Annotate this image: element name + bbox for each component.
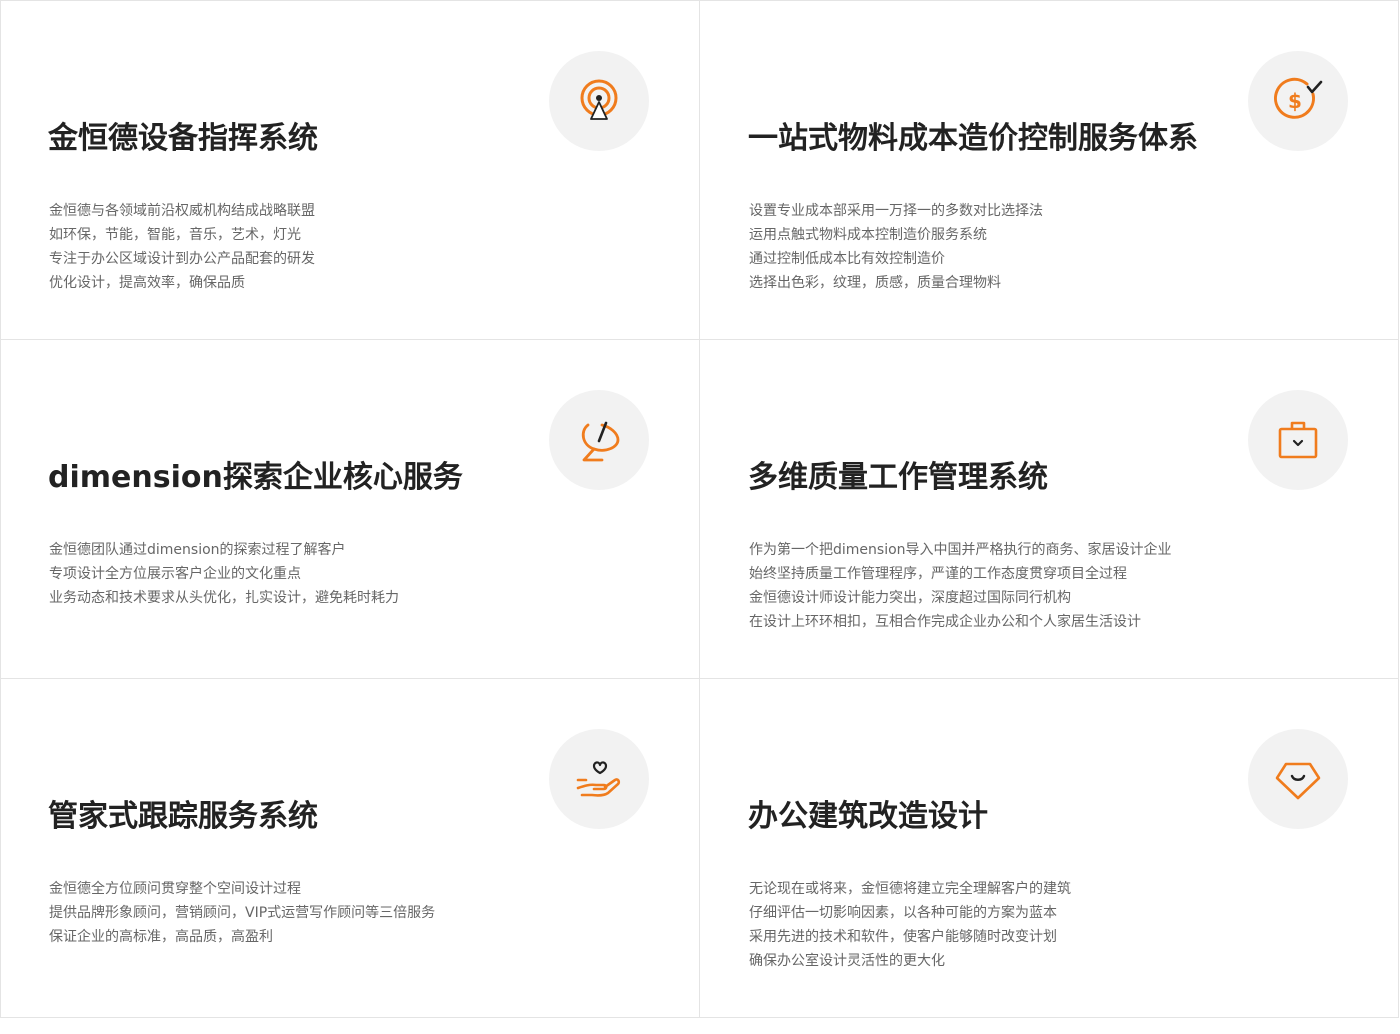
feature-card-cost-control: $ 一站式物料成本造价控制服务体系 设置专业成本部采用一万择一的多数对比选择法 … bbox=[700, 1, 1399, 340]
card-description: 设置专业成本部采用一万择一的多数对比选择法 运用点触式物料成本控制造价服务系统 … bbox=[749, 199, 1043, 295]
icon-circle bbox=[549, 729, 649, 829]
card-title: 金恒德设备指挥系统 bbox=[48, 121, 318, 156]
description-line: 提供品牌形象顾问，营销顾问，VIP式运营写作顾问等三倍服务 bbox=[49, 905, 436, 921]
briefcase-icon bbox=[1278, 421, 1318, 459]
feature-card-office-renovation: 办公建筑改造设计 无论现在或将来，金恒德将建立完全理解客户的建筑 仔细评估一切影… bbox=[700, 679, 1399, 1018]
feature-card-equipment-command: 金恒德设备指挥系统 金恒德与各领域前沿权威机构结成战略联盟 如环保，节能，智能，… bbox=[1, 1, 700, 340]
card-description: 金恒德全方位顾问贯穿整个空间设计过程 提供品牌形象顾问，营销顾问，VIP式运营写… bbox=[49, 877, 435, 949]
description-line: 在设计上环环相扣，互相合作完成企业办公和个人家居生活设计 bbox=[749, 614, 1141, 630]
description-line: 采用先进的技术和软件，使客户能够随时改变计划 bbox=[749, 929, 1057, 945]
svg-text:$: $ bbox=[1288, 89, 1302, 113]
icon-circle bbox=[1248, 729, 1348, 829]
card-description: 金恒德团队通过dimension的探索过程了解客户 专项设计全方位展示客户企业的… bbox=[49, 538, 399, 610]
card-description: 无论现在或将来，金恒德将建立完全理解客户的建筑 仔细评估一切影响因素，以各种可能… bbox=[749, 877, 1071, 973]
description-line: 金恒德设计师设计能力突出，深度超过国际同行机构 bbox=[749, 590, 1071, 606]
card-description: 作为第一个把dimension导入中国并严格执行的商务、家居设计企业 始终坚持质… bbox=[749, 538, 1172, 634]
description-line: 无论现在或将来，金恒德将建立完全理解客户的建筑 bbox=[749, 881, 1071, 897]
icon-circle bbox=[1248, 390, 1348, 490]
dollar-check-icon: $ bbox=[1274, 77, 1323, 119]
description-line: 优化设计，提高效率，确保品质 bbox=[49, 275, 245, 291]
card-description: 金恒德与各领域前沿权威机构结成战略联盟 如环保，节能，智能，音乐，艺术，灯光 专… bbox=[49, 199, 315, 295]
hand-heart-icon bbox=[576, 761, 621, 797]
feature-grid: 金恒德设备指挥系统 金恒德与各领域前沿权威机构结成战略联盟 如环保，节能，智能，… bbox=[0, 0, 1399, 1018]
card-title: 管家式跟踪服务系统 bbox=[48, 799, 318, 834]
card-title: 多维质量工作管理系统 bbox=[748, 460, 1048, 495]
description-line: 业务动态和技术要求从头优化，扎实设计，避免耗时耗力 bbox=[49, 590, 399, 606]
icon-circle bbox=[549, 51, 649, 151]
signal-tower-icon bbox=[580, 79, 618, 120]
gem-icon bbox=[1275, 762, 1321, 800]
icon-circle bbox=[549, 390, 649, 490]
feature-card-quality-management: 多维质量工作管理系统 作为第一个把dimension导入中国并严格执行的商务、家… bbox=[700, 340, 1399, 679]
description-line: 专项设计全方位展示客户企业的文化重点 bbox=[49, 566, 301, 582]
description-line: 确保办公室设计灵活性的更大化 bbox=[749, 953, 945, 969]
description-line: 保证企业的高标准，高品质，高盈利 bbox=[49, 929, 273, 945]
description-line: 始终坚持质量工作管理程序，严谨的工作态度贯穿项目全过程 bbox=[749, 566, 1127, 582]
icon-circle: $ bbox=[1248, 51, 1348, 151]
description-line: 作为第一个把dimension导入中国并严格执行的商务、家居设计企业 bbox=[749, 542, 1172, 558]
description-line: 专注于办公区域设计到办公产品配套的研发 bbox=[49, 251, 315, 267]
description-line: 仔细评估一切影响因素，以各种可能的方案为蓝本 bbox=[749, 905, 1057, 921]
satellite-dish-icon bbox=[581, 421, 620, 462]
description-line: 金恒德团队通过dimension的探索过程了解客户 bbox=[49, 542, 346, 558]
description-line: 通过控制低成本比有效控制造价 bbox=[749, 251, 945, 267]
card-title: dimension探索企业核心服务 bbox=[48, 460, 463, 495]
description-line: 运用点触式物料成本控制造价服务系统 bbox=[749, 227, 987, 243]
card-title: 办公建筑改造设计 bbox=[748, 799, 988, 834]
description-line: 金恒德全方位顾问贯穿整个空间设计过程 bbox=[49, 881, 301, 897]
card-title: 一站式物料成本造价控制服务体系 bbox=[748, 121, 1198, 156]
feature-card-dimension-exploration: dimension探索企业核心服务 金恒德团队通过dimension的探索过程了… bbox=[1, 340, 700, 679]
description-line: 金恒德与各领域前沿权威机构结成战略联盟 bbox=[49, 203, 315, 219]
feature-card-butler-service: 管家式跟踪服务系统 金恒德全方位顾问贯穿整个空间设计过程 提供品牌形象顾问，营销… bbox=[1, 679, 700, 1018]
description-line: 选择出色彩，纹理，质感，质量合理物料 bbox=[749, 275, 1001, 291]
description-line: 如环保，节能，智能，音乐，艺术，灯光 bbox=[49, 227, 301, 243]
description-line: 设置专业成本部采用一万择一的多数对比选择法 bbox=[749, 203, 1043, 219]
